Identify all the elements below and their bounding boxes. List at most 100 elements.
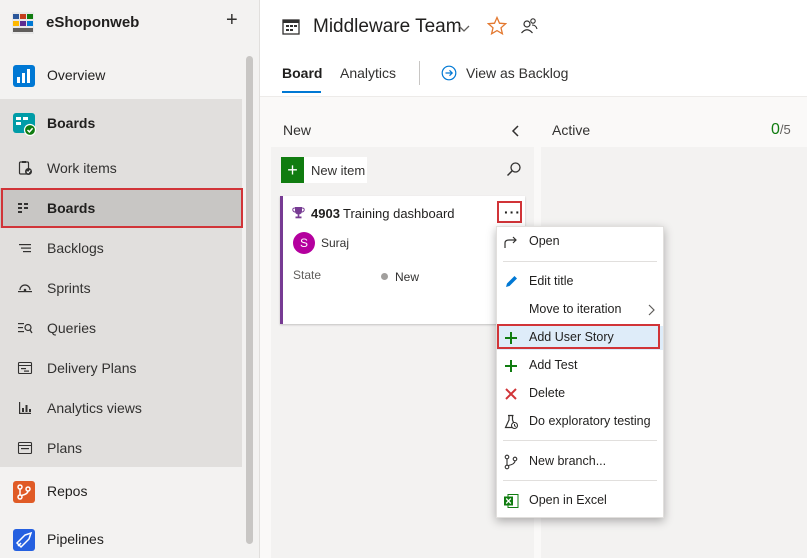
sidebar-item-delivery-plans[interactable]: Delivery Plans <box>0 348 242 388</box>
menu-item-delete[interactable]: Delete <box>497 382 663 406</box>
sidebar-item-label: Boards <box>47 200 96 216</box>
delivery-plans-icon <box>17 361 33 375</box>
menu-item-add-test[interactable]: Add Test <box>497 354 663 378</box>
menu-separator <box>503 480 657 481</box>
chevron-left-icon[interactable] <box>510 124 522 138</box>
nav-boards-section-label: Boards <box>47 115 96 131</box>
menu-item-label: Edit title <box>529 274 574 288</box>
menu-item-add-user-story[interactable]: Add User Story <box>497 326 663 350</box>
sidebar-item-sprints[interactable]: Sprints <box>0 268 242 308</box>
sidebar-item-plans[interactable]: Plans <box>0 428 242 468</box>
plus-icon: + <box>281 157 304 183</box>
queries-icon <box>18 323 33 334</box>
sidebar-item-queries[interactable]: Queries <box>0 308 242 348</box>
wip-limit: /5 <box>779 122 791 137</box>
favorite-star-icon[interactable] <box>487 16 507 36</box>
column-title-new: New <box>283 122 312 138</box>
boards-hub-icon <box>13 113 36 136</box>
kanban-board-icon <box>18 203 28 213</box>
plus-icon <box>505 332 517 344</box>
menu-item-label: Open <box>529 234 560 248</box>
sidebar-item-label: Sprints <box>47 280 91 296</box>
open-icon <box>504 236 517 248</box>
excel-icon <box>504 494 519 508</box>
new-item-button[interactable]: + New item <box>281 157 367 183</box>
column-title-active: Active <box>552 122 591 138</box>
menu-item-new-branch[interactable]: New branch... <box>497 450 663 474</box>
menu-item-label: Open in Excel <box>529 493 607 507</box>
sidebar-item-analytics-views[interactable]: Analytics views <box>0 388 242 428</box>
menu-item-label: Move to iteration <box>529 302 622 316</box>
search-icon[interactable] <box>506 161 522 177</box>
chevron-down-icon[interactable] <box>457 21 471 35</box>
state-field-label: State <box>293 268 322 282</box>
sidebar-item-label: Work items <box>47 160 117 176</box>
work-items-icon <box>18 161 32 175</box>
sidebar-item-label: Backlogs <box>47 240 104 256</box>
project-name[interactable]: eShoponweb <box>46 14 139 31</box>
avatar[interactable]: S <box>293 232 315 254</box>
tab-analytics[interactable]: Analytics <box>340 65 396 81</box>
chevron-right-icon <box>648 304 655 316</box>
new-item-label: New item <box>311 163 366 178</box>
overview-icon <box>13 65 35 87</box>
nav-pipelines[interactable]: Pipelines <box>0 520 242 558</box>
state-indicator-dot <box>381 273 388 280</box>
menu-separator <box>503 261 657 262</box>
more-icon: ··· <box>504 204 521 220</box>
work-item-id: 4903 <box>311 206 340 221</box>
menu-item-open[interactable]: Open <box>497 230 663 254</box>
sprints-icon <box>18 284 32 293</box>
nav-repos-label: Repos <box>47 483 88 499</box>
sidebar-item-label: Plans <box>47 440 83 456</box>
menu-item-open-in-excel[interactable]: Open in Excel <box>497 489 663 513</box>
nav-overview-label: Overview <box>47 67 106 83</box>
menu-item-move-to-iteration[interactable]: Move to iteration <box>497 298 663 322</box>
sidebar-scrollbar[interactable] <box>246 56 253 544</box>
sidebar-item-label: Analytics views <box>47 400 142 416</box>
menu-item-exploratory-testing[interactable]: Do exploratory testing <box>497 410 663 434</box>
sidebar-item-work-items[interactable]: Work items <box>0 148 242 188</box>
menu-item-label: Delete <box>529 386 566 400</box>
menu-item-edit-title[interactable]: Edit title <box>497 270 663 294</box>
active-tab-indicator <box>282 91 321 93</box>
nav-repos[interactable]: Repos <box>0 472 242 512</box>
flask-icon <box>504 414 519 430</box>
sidebar-item-label: Delivery Plans <box>47 360 137 376</box>
pencil-icon <box>506 276 517 287</box>
analytics-views-icon <box>19 402 31 414</box>
menu-item-label: Add User Story <box>529 330 614 344</box>
wip-current: 0 <box>771 121 780 138</box>
delete-x-icon <box>505 388 517 400</box>
menu-item-label: New branch... <box>529 454 607 468</box>
project-logo-icon <box>12 12 34 34</box>
tab-board[interactable]: Board <box>282 65 322 81</box>
sidebar-item-label: Queries <box>47 320 97 336</box>
repos-icon <box>13 481 35 503</box>
add-project-button[interactable]: + <box>226 8 238 32</box>
plus-icon <box>505 360 517 372</box>
nav-pipelines-label: Pipelines <box>47 531 104 547</box>
sidebar-item-backlogs[interactable]: Backlogs <box>0 228 242 268</box>
work-item-title[interactable]: Training dashboard <box>343 206 455 221</box>
menu-item-label: Add Test <box>529 358 578 372</box>
org-header: eShoponweb + <box>0 0 260 46</box>
team-board-icon <box>282 19 300 35</box>
plans-icon <box>17 441 33 455</box>
nav-overview[interactable]: Overview <box>0 56 242 96</box>
state-field-value[interactable]: New <box>395 270 419 284</box>
view-as-backlog-button[interactable]: View as Backlog <box>466 65 568 81</box>
team-members-icon[interactable] <box>520 17 538 35</box>
nav-boards-section[interactable]: Boards <box>0 104 242 144</box>
team-selector[interactable]: Middleware Team <box>313 16 462 38</box>
assignee-name[interactable]: Suraj <box>321 236 349 250</box>
pipelines-icon <box>13 529 35 551</box>
header-divider <box>419 61 420 85</box>
branch-icon <box>504 454 518 470</box>
card-more-actions-button[interactable]: ··· <box>497 201 522 223</box>
trophy-icon <box>292 207 305 219</box>
sidebar-item-boards[interactable]: Boards <box>0 188 242 228</box>
menu-item-label: Do exploratory testing <box>529 414 651 428</box>
column-wip-count: 0/5 <box>771 121 791 139</box>
arrow-circle-right-icon[interactable] <box>441 65 457 81</box>
